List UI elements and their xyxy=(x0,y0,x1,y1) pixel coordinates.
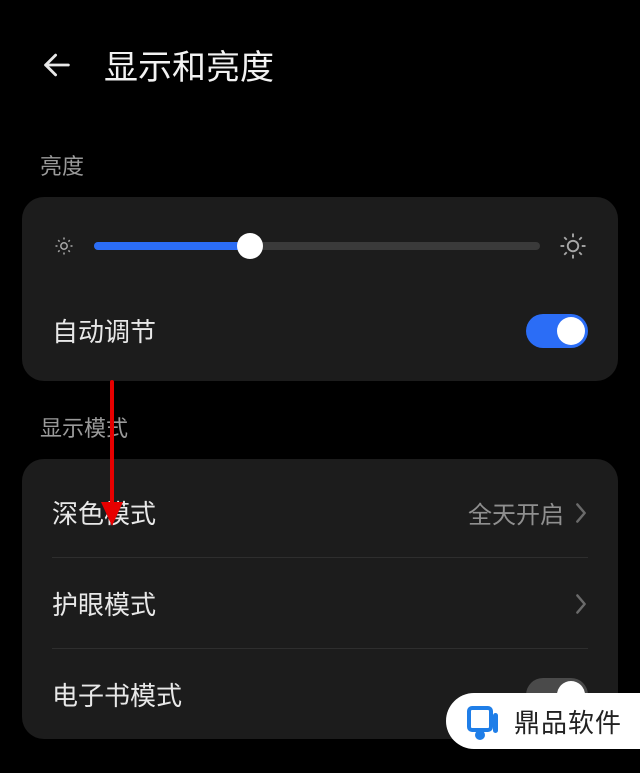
header: 显示和亮度 xyxy=(0,0,640,119)
auto-adjust-toggle[interactable] xyxy=(526,314,588,348)
ebook-mode-label: 电子书模式 xyxy=(52,676,182,713)
watermark-logo-icon xyxy=(462,701,502,741)
toggle-knob xyxy=(557,317,585,345)
auto-adjust-row: 自动调节 xyxy=(46,285,594,375)
brightness-slider[interactable] xyxy=(94,242,540,250)
eye-comfort-label: 护眼模式 xyxy=(52,585,156,622)
eye-comfort-right xyxy=(574,593,588,615)
brightness-card: 自动调节 xyxy=(22,197,618,381)
section-brightness-label: 亮度 xyxy=(0,119,640,197)
sun-high-icon xyxy=(558,231,588,261)
sun-low-icon xyxy=(52,234,76,258)
back-icon[interactable] xyxy=(40,48,74,82)
section-display-mode-label: 显示模式 xyxy=(0,381,640,459)
page-title: 显示和亮度 xyxy=(104,40,274,89)
eye-comfort-row[interactable]: 护眼模式 xyxy=(46,558,594,648)
brightness-slider-row xyxy=(46,203,594,285)
chevron-right-icon xyxy=(574,502,588,524)
watermark-text: 鼎品软件 xyxy=(514,703,622,740)
brightness-slider-fill xyxy=(94,242,250,250)
watermark-badge: 鼎品软件 xyxy=(446,693,640,749)
chevron-right-icon xyxy=(574,593,588,615)
dark-mode-value: 全天开启 xyxy=(468,495,564,530)
dark-mode-label: 深色模式 xyxy=(52,494,156,531)
auto-adjust-label: 自动调节 xyxy=(52,312,156,349)
dark-mode-row[interactable]: 深色模式 全天开启 xyxy=(46,467,594,557)
dark-mode-right: 全天开启 xyxy=(468,495,588,530)
brightness-slider-thumb[interactable] xyxy=(237,233,263,259)
